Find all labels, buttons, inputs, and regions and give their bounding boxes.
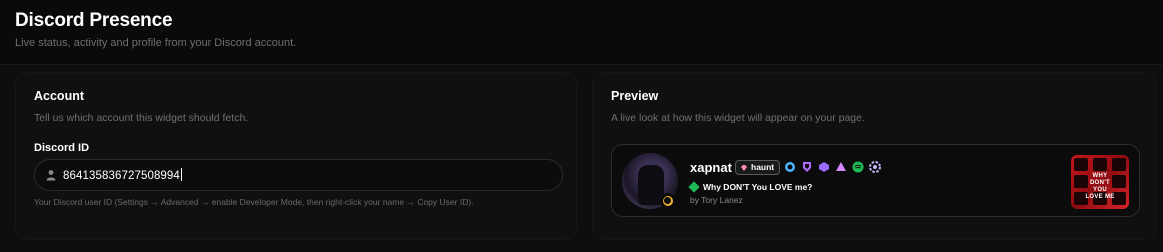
- gem-icon: [741, 164, 747, 171]
- discord-id-text: 864135836727508994: [63, 170, 180, 182]
- spotify-activity-icon: [688, 181, 700, 193]
- quest-icon: [819, 162, 829, 172]
- track-artist: by Tory Lanez: [690, 195, 743, 205]
- account-title: Account: [34, 89, 84, 103]
- text-caret: [180, 168, 182, 181]
- account-description: Tell us which account this widget should…: [34, 112, 249, 124]
- discord-id-value[interactable]: 864135836727508994: [63, 168, 182, 182]
- nitro-icon: [803, 162, 811, 172]
- preview-description: A live look at how this widget will appe…: [611, 112, 865, 124]
- activity-track: Why DON'T You LOVE me?: [688, 181, 813, 193]
- preview-title: Preview: [611, 89, 659, 103]
- user-icon: [46, 170, 56, 181]
- boost-icon: [869, 161, 881, 173]
- badge-list: [784, 161, 881, 173]
- preview-card: Preview A live look at how this widget w…: [592, 72, 1156, 240]
- album-art: WHY DON'T YOU LOVE ME: [1071, 155, 1129, 209]
- server-tag: haunt: [735, 160, 781, 175]
- server-tag-label: haunt: [751, 162, 775, 172]
- page-subtitle: Live status, activity and profile from y…: [15, 37, 297, 49]
- account-card: Account Tell us which account this widge…: [15, 72, 577, 240]
- discord-id-hint: Your Discord user ID (Settings → Advance…: [34, 197, 474, 207]
- idle-status-icon: [660, 193, 676, 209]
- hypesquad-icon: [785, 162, 795, 172]
- presence-widget: xapnat haunt Why DON'T You LOVE me? by T…: [611, 144, 1140, 217]
- username: xapnat: [690, 160, 732, 175]
- track-title: Why DON'T You LOVE me?: [703, 182, 813, 192]
- page-title: Discord Presence: [15, 10, 173, 31]
- discord-id-input[interactable]: 864135836727508994: [34, 159, 563, 191]
- album-art-text: WHY DON'T YOU LOVE ME: [1085, 173, 1115, 200]
- spotify-icon: [852, 161, 864, 173]
- triangle-icon: [836, 162, 846, 171]
- discord-id-label: Discord ID: [34, 142, 90, 154]
